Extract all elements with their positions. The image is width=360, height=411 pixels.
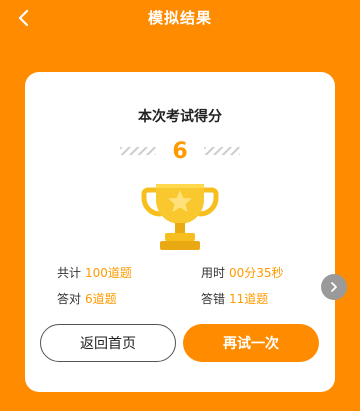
- score-row: 6: [25, 138, 335, 164]
- chevron-right-icon: [331, 282, 337, 292]
- page-title: 模拟结果: [147, 9, 212, 27]
- stat-time-label: 用时: [201, 266, 226, 280]
- stat-correct: 答对 6道题: [57, 290, 117, 307]
- top-bar: 模拟结果: [0, 0, 360, 36]
- stat-wrong-value: 11道题: [229, 292, 269, 306]
- stat-wrong: 答错 11道题: [201, 290, 268, 307]
- score-decoration-left: [120, 147, 157, 155]
- stat-correct-value: 6道题: [85, 292, 117, 306]
- stat-time: 用时 00分35秒: [201, 264, 284, 281]
- result-card: 本次考试得分 6 共计 100道题 用时 00分35秒 答对 6道题 答错 11…: [25, 72, 335, 392]
- score-decoration-right: [203, 147, 240, 155]
- stat-total-value: 100道题: [85, 266, 132, 280]
- next-arrow-button[interactable]: [321, 274, 347, 300]
- score-value: 6: [172, 138, 188, 164]
- stat-correct-label: 答对: [57, 292, 82, 306]
- result-heading: 本次考试得分: [138, 109, 222, 125]
- stat-time-value: 00分35秒: [229, 266, 284, 280]
- stat-total-label: 共计: [57, 266, 82, 280]
- stat-total: 共计 100道题: [57, 264, 132, 281]
- stat-wrong-label: 答错: [201, 292, 226, 306]
- back-home-button[interactable]: 返回首页: [40, 324, 176, 362]
- trophy-icon: [138, 172, 222, 256]
- retry-button[interactable]: 再试一次: [183, 324, 319, 362]
